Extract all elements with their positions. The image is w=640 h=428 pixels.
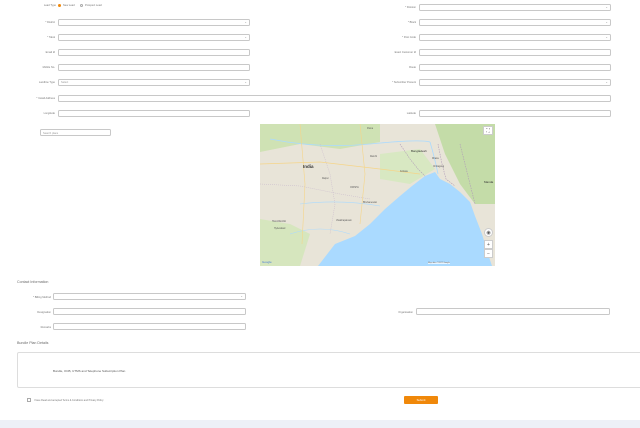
chevron-down-icon: ⌄	[605, 34, 608, 39]
map-label-bangladesh: Bangladesh	[411, 149, 427, 153]
terms-label: I have Read and accepted Terms & Conditi…	[34, 398, 104, 402]
map-label-bhubaneswar: Bhubaneswar	[363, 202, 378, 204]
landline-type-select[interactable]: Select ⌄	[58, 78, 250, 86]
email-field[interactable]	[58, 48, 250, 56]
landline-type-label: Landline Type	[38, 81, 55, 84]
latitude-field[interactable]	[419, 109, 611, 117]
longitude-label: Longitude	[43, 112, 55, 115]
division-label: * Division	[405, 6, 416, 9]
map-label-patna: Patna	[367, 128, 374, 130]
landline-type-value: Select	[61, 81, 69, 84]
subscriber-present-select[interactable]: ⌄	[419, 78, 611, 86]
my-location-icon[interactable]: ◉	[484, 228, 493, 237]
organisation-label: Organisation	[398, 311, 413, 314]
contact-section-title: Contact Information	[17, 280, 49, 284]
designation-label: Designation	[37, 311, 51, 314]
install-address-field[interactable]	[58, 94, 611, 102]
chevron-down-icon: ⌄	[605, 4, 608, 9]
fullscreen-icon[interactable]: ⛶	[483, 126, 493, 135]
district-label: * District	[45, 21, 55, 24]
bundle-section-title: Bundle Plan Details	[17, 341, 49, 345]
zoom-in-button[interactable]: +	[484, 240, 493, 249]
customer-id-label: Exact Customer Id	[394, 51, 416, 54]
chevron-down-icon: ⌄	[240, 294, 243, 299]
install-address-label: * Install Address	[36, 97, 55, 100]
customer-id-field[interactable]	[419, 48, 611, 56]
mobile-label: Mobile No.	[42, 66, 55, 69]
chevron-down-icon: ⌄	[244, 34, 247, 39]
page-footer	[0, 420, 640, 428]
map-label-ranchi: Ranchi	[370, 156, 378, 158]
submit-button[interactable]: Submit	[404, 396, 438, 404]
bundle-plan-panel: Bundle, OCB, UTMS and Telephone Subscrip…	[17, 352, 640, 388]
block-label: * Block	[407, 21, 416, 24]
email-label: Email Id	[45, 51, 55, 54]
billing-method-label: * Billing Method	[32, 296, 51, 299]
map-label-raipur: Raipur	[322, 178, 329, 180]
map-label-mandalay: Manda	[484, 180, 494, 184]
new-lead-radio[interactable]	[58, 3, 61, 7]
block-select[interactable]: ⌄	[419, 18, 611, 26]
bundle-plan-text[interactable]: Bundle, OCB, UTMS and Telephone Subscrip…	[53, 369, 125, 373]
terms-checkbox[interactable]	[27, 398, 31, 402]
remarks-label: Remarks	[40, 326, 51, 329]
designation-field[interactable]	[53, 308, 246, 315]
map-label-chittagong: Chittagong	[433, 166, 445, 168]
route-label: Route	[409, 66, 416, 69]
map-search-placeholder: Search place	[43, 131, 59, 135]
remarks-field[interactable]	[53, 323, 246, 330]
post-code-label: * Post Code	[402, 36, 416, 39]
chevron-down-icon: ⌄	[605, 79, 608, 84]
location-map[interactable]: India Bangladesh Patna Ranchi Kolkata Dh…	[260, 124, 495, 266]
zoom-out-button[interactable]: −	[484, 249, 493, 258]
subscriber-present-label: * Subscriber Present	[392, 81, 416, 84]
post-code-select[interactable]: ⌄	[419, 33, 611, 41]
lead-type-label: Lead Type	[43, 4, 56, 7]
prospect-lead-radio[interactable]	[80, 3, 83, 7]
map-label-hyderabad: Hyderabad	[274, 228, 286, 230]
new-lead-label: New Lead	[63, 4, 75, 7]
map-canvas	[260, 124, 495, 266]
map-search-input[interactable]: Search place	[40, 129, 111, 136]
prospect-lead-label: Prospect Lead	[85, 4, 102, 7]
taluk-label: * Taluk	[47, 36, 55, 39]
billing-method-select[interactable]: ⌄	[53, 293, 246, 300]
division-select[interactable]: ⌄	[419, 3, 611, 11]
chevron-down-icon: ⌄	[244, 19, 247, 24]
chevron-down-icon: ⌄	[244, 79, 247, 84]
chevron-down-icon: ⌄	[605, 19, 608, 24]
map-label-visakhapatnam: Visakhapatnam	[336, 220, 352, 222]
map-label-india: India	[303, 164, 314, 169]
longitude-field[interactable]	[58, 109, 250, 117]
district-select[interactable]: ⌄	[58, 18, 250, 26]
route-field[interactable]	[419, 63, 611, 71]
google-logo: Google	[262, 260, 272, 264]
taluk-select[interactable]: ⌄	[58, 33, 250, 41]
map-attribution: Map data ©2022 Google	[428, 262, 450, 264]
latitude-label: Latitude	[406, 112, 416, 115]
map-label-kolkata: Kolkata	[400, 171, 408, 173]
organisation-field[interactable]	[416, 308, 610, 315]
map-label-telangana: TELANGANA	[272, 221, 286, 223]
mobile-field[interactable]	[58, 63, 250, 71]
map-label-odisha: ODISHA	[350, 187, 359, 189]
map-label-dhaka: Dhaka	[432, 158, 439, 160]
